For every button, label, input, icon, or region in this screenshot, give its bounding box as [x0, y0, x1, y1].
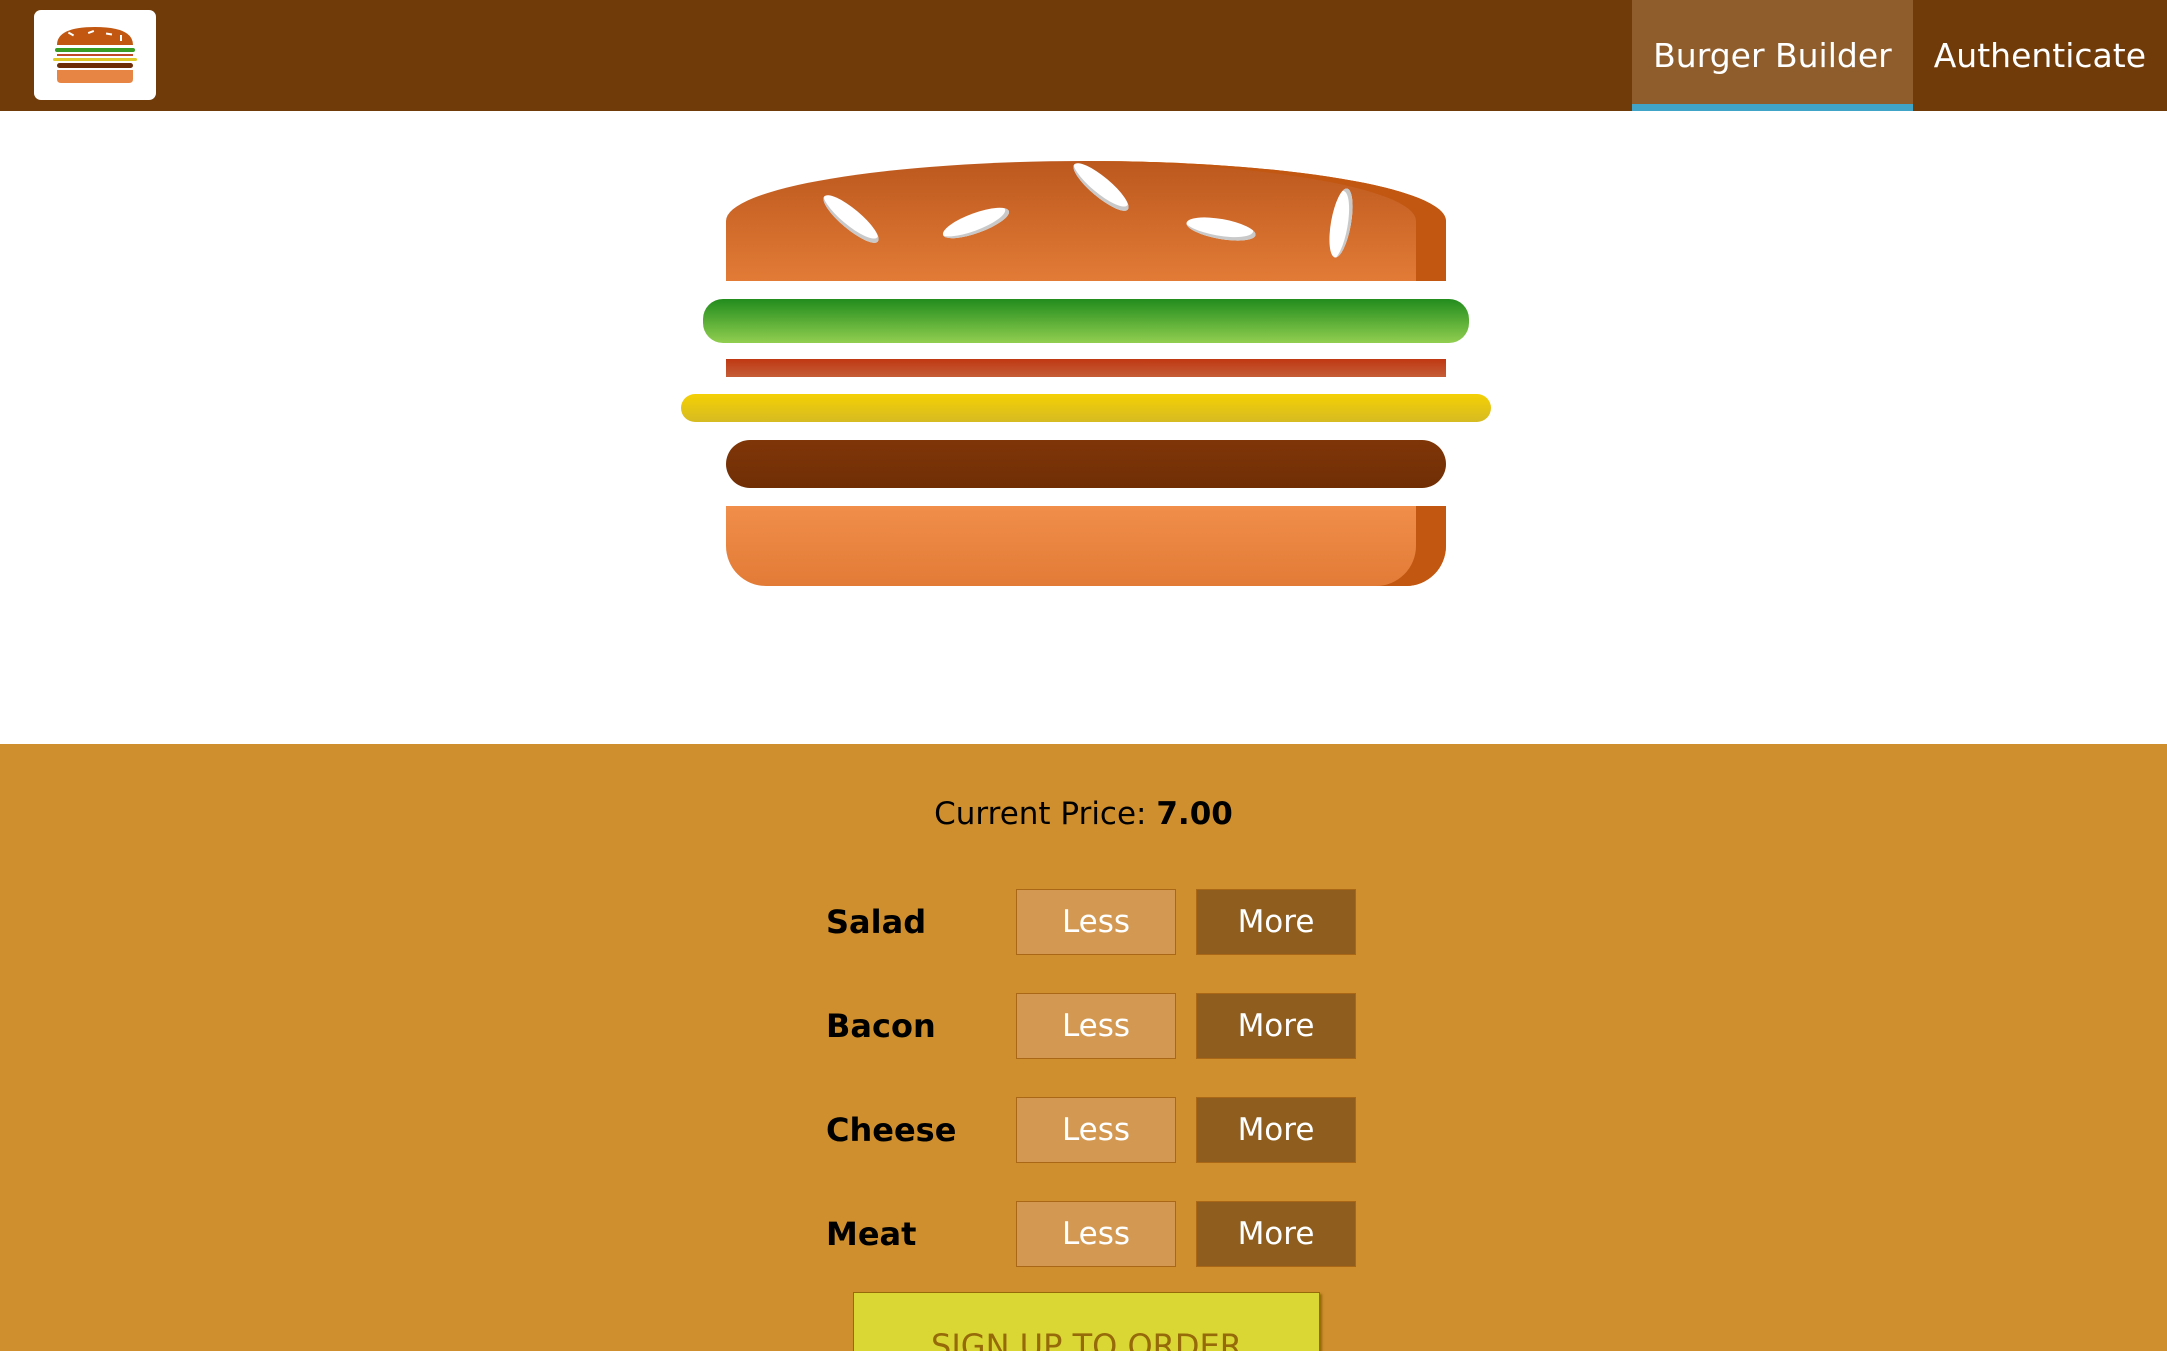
toolbar: Burger Builder Authenticate [0, 0, 2167, 111]
control-meat: Meat Less More [826, 1201, 1376, 1267]
burger-logo[interactable] [34, 10, 156, 100]
seed [817, 188, 885, 250]
ingredient-cheese [681, 394, 1491, 422]
main-nav: Burger Builder Authenticate [1632, 0, 2167, 111]
control-bacon: Bacon Less More [826, 993, 1376, 1059]
meat-less-button[interactable]: Less [1016, 1201, 1176, 1267]
burger-preview [0, 111, 2167, 744]
control-label-meat: Meat [826, 1215, 917, 1253]
nav-burger-builder-label: Burger Builder [1653, 36, 1892, 75]
build-controls: Current Price: 7.00 Salad Less More Baco… [0, 744, 2167, 1351]
seed [1067, 161, 1135, 218]
control-cheese: Cheese Less More [826, 1097, 1376, 1163]
seed [939, 201, 1013, 245]
control-label-salad: Salad [826, 903, 927, 941]
control-label-bacon: Bacon [826, 1007, 936, 1045]
bread-top [726, 161, 1446, 281]
burger-logo-icon [53, 27, 137, 83]
ingredient-meat [726, 440, 1446, 488]
salad-less-button[interactable]: Less [1016, 889, 1176, 955]
ingredient-bacon [726, 359, 1446, 377]
cheese-less-button[interactable]: Less [1016, 1097, 1176, 1163]
price-label: Current Price: [934, 796, 1147, 832]
burger [0, 111, 2167, 744]
seed [1325, 186, 1357, 260]
nav-burger-builder[interactable]: Burger Builder [1632, 0, 1913, 111]
nav-authenticate[interactable]: Authenticate [1913, 0, 2167, 111]
ingredient-salad [703, 299, 1469, 343]
order-button[interactable]: SIGN UP TO ORDER [853, 1292, 1320, 1351]
control-salad: Salad Less More [826, 889, 1376, 955]
meat-more-button[interactable]: More [1196, 1201, 1356, 1267]
bacon-more-button[interactable]: More [1196, 993, 1356, 1059]
current-price: Current Price: 7.00 [0, 796, 2167, 832]
seed [1184, 213, 1258, 245]
bread-bottom [726, 506, 1446, 586]
control-label-cheese: Cheese [826, 1111, 957, 1149]
nav-authenticate-label: Authenticate [1933, 36, 2146, 75]
bacon-less-button[interactable]: Less [1016, 993, 1176, 1059]
cheese-more-button[interactable]: More [1196, 1097, 1356, 1163]
price-value: 7.00 [1156, 796, 1233, 832]
salad-more-button[interactable]: More [1196, 889, 1356, 955]
